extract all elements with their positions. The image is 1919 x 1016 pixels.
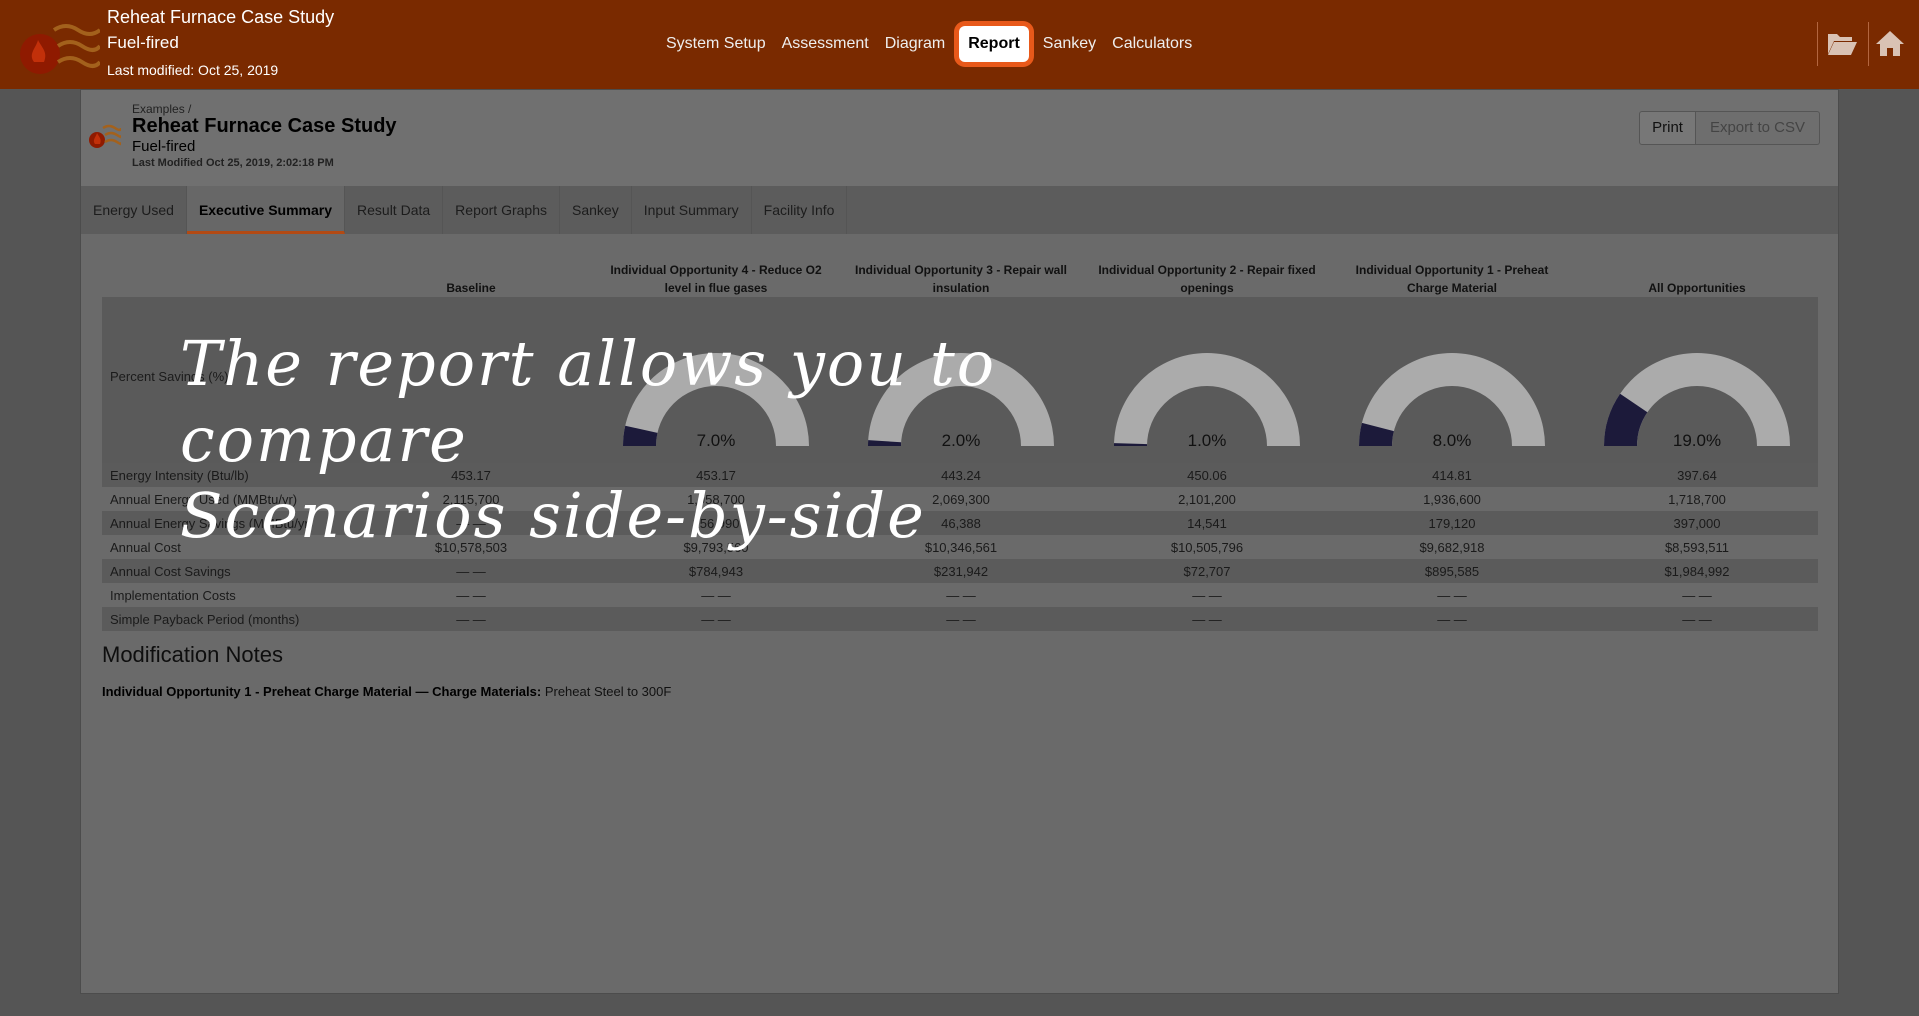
- app-last-modified: Last modified: Oct 25, 2019: [107, 62, 279, 78]
- table-cell: — —: [1682, 612, 1712, 627]
- table-cell: $231,942: [933, 564, 989, 579]
- table-cell: — —: [1437, 612, 1467, 627]
- row-label: Implementation Costs: [110, 588, 236, 603]
- notes-title: Modification Notes: [102, 642, 283, 667]
- table-cell: — —: [701, 588, 731, 603]
- row-label: Annual Cost Savings: [110, 564, 231, 579]
- tab-report-graphs[interactable]: Report Graphs: [443, 186, 560, 234]
- table-cell: — —: [1192, 588, 1222, 603]
- nav-sankey[interactable]: Sankey: [1035, 24, 1104, 64]
- table-cell: 397,000: [1673, 516, 1721, 531]
- overlay-caption: The report allows you to compare Scenari…: [180, 326, 1280, 554]
- caption-line: The report allows you to compare: [180, 327, 997, 476]
- table-cell: 179,120: [1428, 516, 1476, 531]
- row-label: Annual Cost: [110, 540, 181, 555]
- table-cell: — —: [456, 564, 486, 579]
- nav-assessment[interactable]: Assessment: [774, 24, 877, 64]
- nav-calculators[interactable]: Calculators: [1104, 24, 1200, 64]
- table-row: Simple Payback Period (months) — — — — — — —…: [102, 607, 1818, 631]
- tab-result-data[interactable]: Result Data: [345, 186, 444, 234]
- table-cell: $784,943: [688, 564, 744, 579]
- report-subtitle: Fuel-fired: [132, 138, 196, 155]
- column-header: All Opportunities: [1648, 281, 1746, 295]
- furnace-logo-icon: [20, 24, 100, 74]
- report-header: Examples / Reheat Furnace Case Study Fue…: [81, 90, 1838, 186]
- table-cell: — —: [456, 612, 486, 627]
- divider: [1868, 22, 1869, 66]
- report-last-modified: Last Modified Oct 25, 2019, 2:02:18 PM: [132, 157, 334, 169]
- breadcrumb[interactable]: Examples /: [132, 102, 191, 116]
- gauge-all-opportunities: 19.0%: [1602, 351, 1792, 455]
- export-csv-button[interactable]: Export to CSV: [1695, 111, 1820, 145]
- nav-report[interactable]: Report: [959, 26, 1029, 62]
- furnace-logo-icon: [89, 124, 121, 148]
- note-item: Individual Opportunity 1 - Preheat Charg…: [102, 684, 671, 699]
- column-header: Individual Opportunity 3 - Repair wall i…: [854, 263, 1068, 295]
- table-cell: — —: [1437, 588, 1467, 603]
- table-cell: — —: [456, 588, 486, 603]
- tab-facility-info[interactable]: Facility Info: [752, 186, 848, 234]
- table-cell: 1,936,600: [1423, 492, 1481, 507]
- app-subtitle: Fuel-fired: [107, 33, 179, 52]
- table-cell: $1,984,992: [1664, 564, 1730, 579]
- table-cell: 397.64: [1677, 468, 1717, 483]
- table-cell: $9,682,918: [1419, 540, 1485, 555]
- nav-system-setup[interactable]: System Setup: [658, 24, 774, 64]
- table-cell: — —: [946, 588, 976, 603]
- column-header: Individual Opportunity 4 - Reduce O2 lev…: [610, 263, 822, 295]
- note-text: Preheat Steel to 300F: [541, 684, 672, 699]
- app-title: Reheat Furnace Case Study: [107, 7, 335, 27]
- report-actions: Print Export to CSV: [1639, 111, 1820, 145]
- table-header: Baseline Individual Opportunity 4 - Redu…: [102, 255, 1818, 297]
- row-label: Simple Payback Period (months): [110, 612, 300, 627]
- nav-diagram[interactable]: Diagram: [877, 24, 953, 64]
- table-cell: — —: [701, 612, 731, 627]
- table-cell: — —: [946, 612, 976, 627]
- table-cell: 414.81: [1432, 468, 1472, 483]
- gauge-value: 19.0%: [1672, 431, 1722, 450]
- caption-line: Scenarios side-by-side: [180, 479, 926, 552]
- table-cell: $895,585: [1424, 564, 1480, 579]
- table-row: Implementation Costs — — — — — — — — — — — —: [102, 583, 1818, 607]
- tab-executive-summary[interactable]: Executive Summary: [186, 186, 346, 234]
- tab-sankey[interactable]: Sankey: [560, 186, 632, 234]
- table-cell: 1,718,700: [1668, 492, 1726, 507]
- column-header: Individual Opportunity 1 - Preheat Charg…: [1355, 263, 1549, 295]
- table-cell: $72,707: [1183, 564, 1231, 579]
- tab-input-summary[interactable]: Input Summary: [632, 186, 752, 234]
- print-button[interactable]: Print: [1639, 111, 1696, 145]
- table-cell: — —: [1192, 612, 1222, 627]
- folder-open-icon[interactable]: [1826, 28, 1858, 58]
- report-tabs: Energy Used Executive Summary Result Dat…: [81, 186, 1838, 234]
- gauge-opportunity-1: 8.0%: [1357, 351, 1547, 455]
- column-header: Baseline: [446, 281, 496, 295]
- table-cell: — —: [1682, 588, 1712, 603]
- main-nav: System Setup Assessment Diagram Report S…: [658, 24, 1200, 64]
- divider: [1817, 22, 1818, 66]
- table-row: Annual Cost Savings — — $784,943 $231,942 $7…: [102, 559, 1818, 583]
- gauge-value: 8.0%: [1432, 431, 1472, 450]
- column-header: Individual Opportunity 2 - Repair fixed …: [1098, 263, 1316, 295]
- note-heading: Individual Opportunity 1 - Preheat Charg…: [102, 684, 542, 699]
- app-header: Reheat Furnace Case Study Fuel-fired Las…: [0, 0, 1919, 89]
- home-icon[interactable]: [1874, 28, 1906, 58]
- report-title: Reheat Furnace Case Study: [132, 115, 397, 137]
- tab-energy-used[interactable]: Energy Used: [81, 186, 187, 234]
- table-cell: $8,593,511: [1664, 540, 1730, 555]
